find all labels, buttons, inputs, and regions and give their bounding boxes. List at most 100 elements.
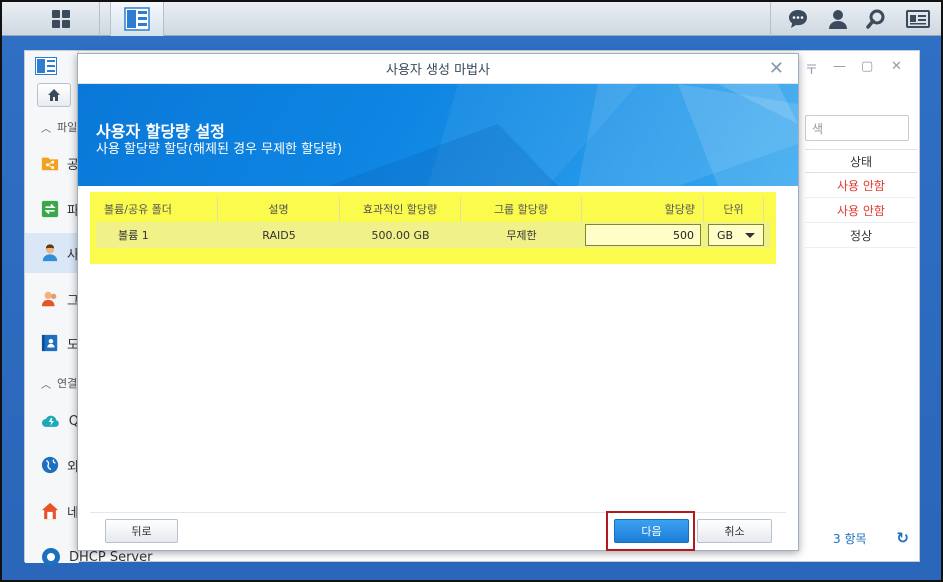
cell-text: 무제한 xyxy=(506,229,537,242)
id-card-icon xyxy=(906,10,930,28)
header-label: 단위 xyxy=(723,203,744,216)
sidebar-item-quickconnect[interactable]: Q xyxy=(25,401,78,441)
dialog-titlebar: 사용자 생성 마법사 xyxy=(78,54,798,84)
pin-icon[interactable]: 〒 xyxy=(805,59,818,78)
widgets-button[interactable] xyxy=(898,2,938,36)
grid-icon xyxy=(51,10,70,28)
sidebar-section-label: 파일 xyxy=(57,121,78,134)
close-icon[interactable]: ✕ xyxy=(891,59,902,74)
status-cell: 사용 안함 xyxy=(805,198,917,223)
column-header-volume[interactable]: 볼륨/공유 폴더 xyxy=(90,196,218,222)
cell-text: 500.00 GB xyxy=(371,228,430,242)
notifications-button[interactable] xyxy=(780,2,816,36)
sidebar-item-external-access[interactable]: 외 xyxy=(25,445,78,485)
home-icon xyxy=(48,89,60,101)
column-header-effective-quota[interactable]: 효과적인 할당량 xyxy=(340,196,461,222)
status-cell: 정상 xyxy=(805,223,917,248)
sidebar-item-label: DHCP Server xyxy=(69,549,153,565)
share-folder-icon xyxy=(41,157,59,171)
sidebar-section-connectivity[interactable]: ︿ 연결 xyxy=(41,375,77,391)
header-label: 그룹 할당량 xyxy=(493,203,549,216)
column-header-quota[interactable]: 할당량 xyxy=(582,196,704,222)
cell-unit: GB xyxy=(704,222,768,248)
file-services-icon xyxy=(41,200,59,218)
list-footer: 3 항목 ↻ xyxy=(805,525,917,551)
cancel-button[interactable]: 취소 xyxy=(697,519,772,543)
dialog-title: 사용자 생성 마법사 xyxy=(386,63,490,78)
chevron-up-icon: ︿ xyxy=(41,123,51,135)
sidebar-item-user[interactable]: 사 xyxy=(25,233,78,273)
cell-effective-quota: 500.00 GB xyxy=(340,222,461,248)
wizard-step-subtitle: 사용 할당량 할당(해제된 경우 무제한 할당량) xyxy=(96,142,343,157)
close-icon[interactable]: ✕ xyxy=(769,60,784,78)
external-access-icon xyxy=(41,456,59,474)
button-label: 취소 xyxy=(724,525,745,538)
sidebar-item-domain[interactable]: 도 xyxy=(25,323,78,363)
control-panel-sidebar: ︿ 파일 공 파 사 그 도 ︿ 연결 Q 외 네 xyxy=(25,51,79,563)
taskbar-divider xyxy=(770,2,771,36)
control-panel-app-icon xyxy=(35,57,57,75)
dhcp-server-icon xyxy=(42,548,60,566)
sidebar-section-label: 연결 xyxy=(57,377,78,390)
refresh-icon[interactable]: ↻ xyxy=(896,529,909,547)
quota-table: 볼륨/공유 폴더 설명 효과적인 할당량 그룹 할당량 할당량 단위 볼륨 1 … xyxy=(90,192,776,264)
search-placeholder: 색 xyxy=(812,122,824,136)
screen: ︿ 파일 공 파 사 그 도 ︿ 연결 Q 외 네 DHCP Server 〒 … xyxy=(0,0,943,582)
wizard-banner: 사용자 할당량 설정 사용 할당량 할당(해제된 경우 무제한 할당량) xyxy=(78,84,798,186)
maximize-icon[interactable]: ▢ xyxy=(861,59,873,74)
column-header-description[interactable]: 설명 xyxy=(218,196,340,222)
status-header-label: 상태 xyxy=(849,154,873,169)
network-icon xyxy=(41,502,59,520)
sidebar-item-shared-folder[interactable]: 공 xyxy=(25,143,78,183)
home-button[interactable] xyxy=(37,83,71,107)
user-icon xyxy=(829,10,847,29)
status-cell: 사용 안함 xyxy=(805,173,917,198)
cell-text: 볼륨 1 xyxy=(118,229,149,242)
control-panel-content-right: 〒 — ▢ ✕ 색 상태 사용 안함 사용 안함 정상 3 항목 ↻ xyxy=(805,51,921,563)
cell-quota: 500 xyxy=(582,222,704,248)
sidebar-item-network[interactable]: 네 xyxy=(25,491,78,531)
unit-value: GB xyxy=(717,228,734,242)
control-panel-icon xyxy=(124,7,150,31)
back-button[interactable]: 뒤로 xyxy=(105,519,178,543)
column-header-unit[interactable]: 단위 xyxy=(704,196,764,222)
button-label: 뒤로 xyxy=(131,525,152,538)
chevron-up-icon: ︿ xyxy=(41,379,51,391)
chat-bubble-icon xyxy=(789,10,807,28)
status-column-header[interactable]: 상태 xyxy=(805,149,917,173)
user-options-button[interactable] xyxy=(820,2,856,36)
group-icon xyxy=(41,291,57,307)
table-header-row: 볼륨/공유 폴더 설명 효과적인 할당량 그룹 할당량 할당량 단위 xyxy=(90,196,776,222)
main-menu-button[interactable] xyxy=(22,2,100,36)
user-creation-wizard-dialog: 사용자 생성 마법사 ✕ 사용자 할당량 설정 사용 할당량 할당(해제된 경우… xyxy=(77,53,799,551)
domain-icon xyxy=(41,334,58,352)
annotation-highlight-box xyxy=(606,511,695,551)
sidebar-item-file-services[interactable]: 파 xyxy=(25,189,78,229)
cell-volume: 볼륨 1 xyxy=(96,222,218,248)
header-label: 할당량 xyxy=(664,203,695,216)
quota-input[interactable]: 500 xyxy=(585,224,701,246)
quickconnect-icon xyxy=(41,415,59,427)
minimize-icon[interactable]: — xyxy=(833,59,846,74)
unit-select[interactable]: GB xyxy=(708,224,764,246)
user-icon xyxy=(42,244,58,262)
cell-text: RAID5 xyxy=(262,228,296,242)
search-icon xyxy=(866,9,885,29)
table-row[interactable]: 볼륨 1 RAID5 500.00 GB 무제한 500 GB xyxy=(96,222,770,248)
sidebar-item-group[interactable]: 그 xyxy=(25,279,78,319)
dropdown-caret-icon xyxy=(745,232,755,238)
cell-group-quota: 무제한 xyxy=(461,222,582,248)
sidebar-section-file[interactable]: ︿ 파일 xyxy=(41,119,77,135)
quota-value: 500 xyxy=(673,228,694,242)
header-label: 볼륨/공유 폴더 xyxy=(104,203,172,216)
control-panel-task-button[interactable] xyxy=(110,2,164,36)
column-header-group-quota[interactable]: 그룹 할당량 xyxy=(461,196,582,222)
header-label: 설명 xyxy=(268,203,289,216)
search-button[interactable] xyxy=(858,2,894,36)
taskbar xyxy=(2,2,941,36)
item-count: 3 항목 xyxy=(833,531,867,546)
status-value: 사용 안함 xyxy=(837,178,885,193)
search-input[interactable]: 색 xyxy=(805,115,909,141)
status-value: 사용 안함 xyxy=(837,203,885,218)
cell-description: RAID5 xyxy=(218,222,340,248)
